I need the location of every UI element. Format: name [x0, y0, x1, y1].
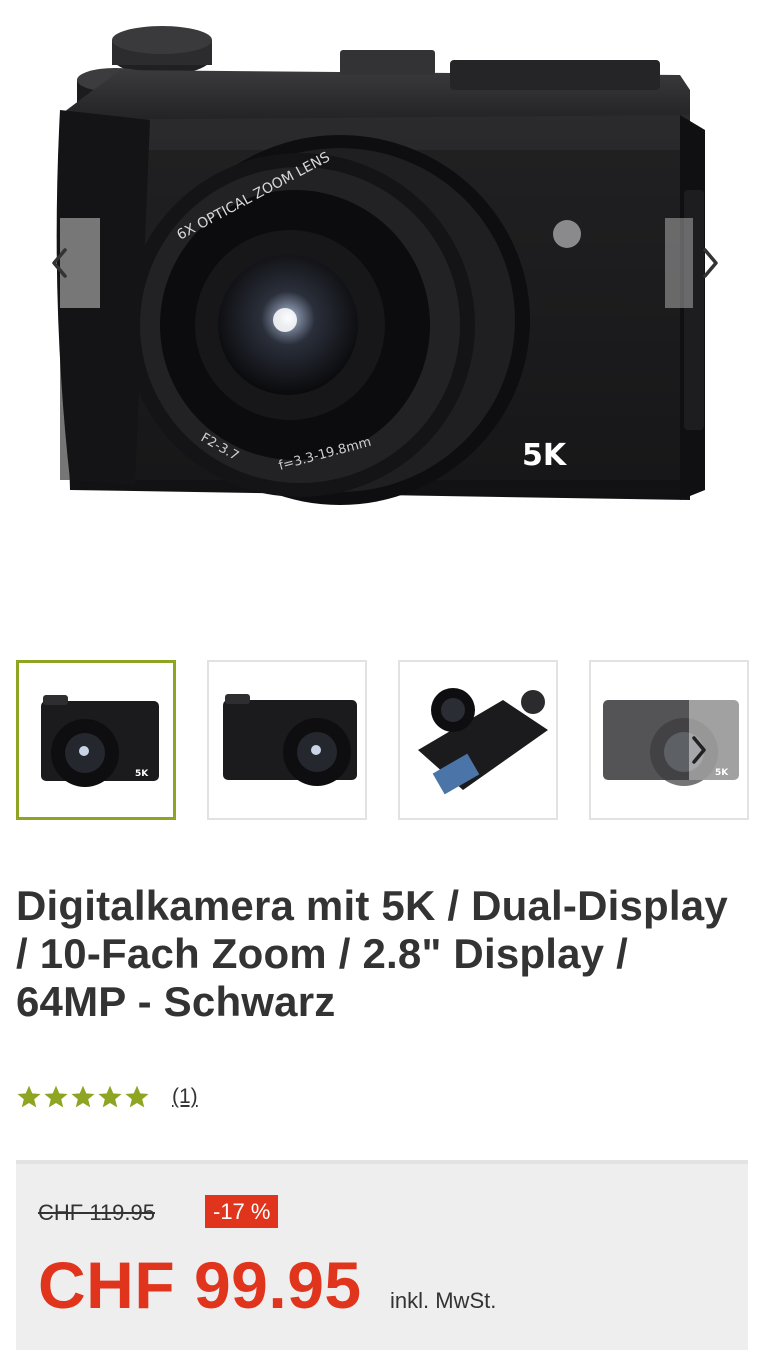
thumbnail-3[interactable] — [398, 660, 558, 820]
product-rating: (1) — [16, 1082, 198, 1112]
thumbnail-strip: 5K 5K — [16, 660, 764, 820]
old-price: CHF 119.95 — [38, 1200, 155, 1225]
review-count-link[interactable]: (1) — [172, 1085, 198, 1109]
thumbnail-badge: 5K — [715, 768, 729, 778]
chevron-right-icon — [692, 736, 706, 764]
star-icon — [44, 1085, 68, 1108]
thumbnail-image: 5K — [41, 695, 159, 787]
product-title: Digitalkamera mit 5K / Dual-Display / 10… — [16, 882, 728, 1025]
5k-badge: 5K — [522, 438, 568, 473]
thumbnail-1[interactable]: 5K — [16, 660, 176, 820]
thumbnail-next-button[interactable] — [681, 717, 721, 767]
gallery-next-button[interactable] — [665, 218, 730, 308]
star-icon — [17, 1085, 41, 1108]
thumbnail-2[interactable] — [207, 660, 367, 820]
current-price: CHF 99.95 — [38, 1248, 362, 1322]
thumbnail-4[interactable]: 5K — [589, 660, 749, 820]
product-main-image[interactable]: 6X OPTICAL ZOOM LENS F2-3.7 f=3.3-19.8mm… — [40, 20, 730, 540]
star-rating — [16, 1084, 150, 1110]
star-icon — [98, 1085, 122, 1108]
star-icon — [71, 1085, 95, 1108]
vat-note: inkl. MwSt. — [390, 1288, 497, 1313]
gallery-prev-button[interactable] — [40, 218, 100, 308]
thumbnail-image — [223, 694, 357, 786]
chevron-right-icon — [703, 248, 718, 278]
chevron-left-icon — [52, 248, 67, 278]
thumbnail-badge: 5K — [135, 769, 149, 779]
thumbnail-image — [418, 688, 548, 795]
star-icon — [125, 1085, 149, 1108]
product-gallery: 6X OPTICAL ZOOM LENS F2-3.7 f=3.3-19.8mm… — [0, 0, 764, 630]
discount-badge: -17 % — [205, 1195, 279, 1228]
price-box: CHF 119.95 -17 % CHF 99.95 inkl. MwSt. — [16, 1160, 748, 1350]
